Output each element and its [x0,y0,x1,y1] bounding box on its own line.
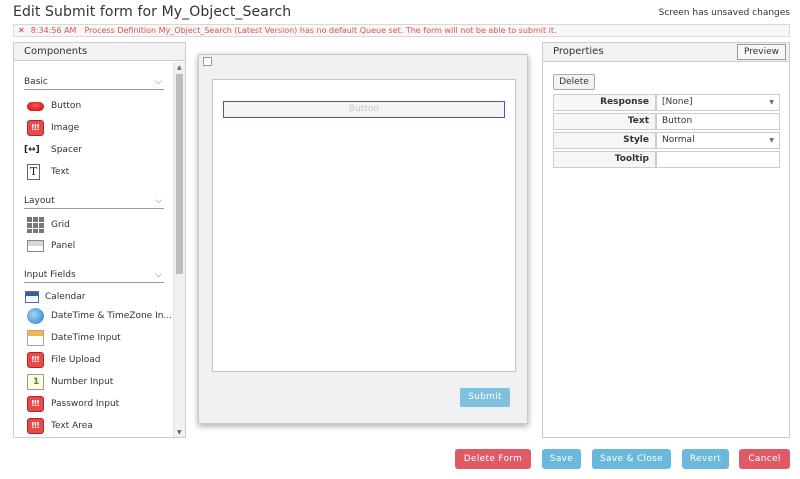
spacer-icon: [↔] [24,145,40,155]
component-calendar[interactable]: Calendar [24,287,172,307]
style-value: Normal [662,135,695,145]
section-basic[interactable]: Basic ⌵ [24,75,164,90]
component-button[interactable]: Button [24,96,172,116]
component-label: Calendar [45,292,86,302]
scroll-thumb[interactable] [176,74,183,274]
component-panel[interactable]: Panel [24,236,172,256]
panel-icon [27,240,44,252]
submit-button[interactable]: Submit [460,388,510,407]
component-label: Password Input [51,399,120,409]
button-icon [27,102,44,111]
property-label: Style [553,132,656,149]
section-layout[interactable]: Layout ⌵ [24,194,164,209]
form-canvas[interactable]: Button Submit [198,54,528,424]
calendar-icon [25,291,39,303]
component-label: Grid [51,220,70,230]
chevron-down-icon[interactable]: ⌵ [155,75,162,89]
error-message: Process Definition My_Object_Search (Lat… [84,26,557,35]
component-number-input[interactable]: Number Input [24,372,172,392]
preview-button[interactable]: Preview [737,44,786,60]
number-icon [27,374,44,390]
component-datetime-timezone[interactable]: DateTime & TimeZone In... [24,306,172,326]
caret-down-icon: ▼ [769,137,774,144]
password-icon [27,396,44,412]
delete-form-button[interactable]: Delete Form [455,449,531,469]
property-response: Response [None] ▼ [553,94,780,111]
unsaved-status: Screen has unsaved changes [658,8,790,18]
component-file-upload[interactable]: File Upload [24,350,172,370]
grid-icon [27,217,44,233]
chevron-down-icon[interactable]: ⌵ [155,268,162,282]
property-style: Style Normal ▼ [553,132,780,149]
caret-down-icon: ▼ [769,99,774,106]
properties-panel: Properties Preview Delete Response [None… [542,42,790,438]
page-title: Edit Submit form for My_Object_Search [13,4,292,20]
component-datetime-input[interactable]: DateTime Input [24,328,172,348]
canvas-content-area[interactable]: Button [212,79,516,372]
component-label: Text [51,167,70,177]
component-label: Image [51,123,80,133]
delete-button[interactable]: Delete [553,74,595,90]
components-title: Components [14,43,185,61]
datetime-icon [27,330,44,346]
form-editor: Edit Submit form for My_Object_Search Sc… [0,0,800,479]
property-tooltip: Tooltip [553,151,780,168]
canvas-button-element[interactable]: Button [223,101,505,118]
property-text: Text Button [553,113,780,130]
text-area-icon [27,418,44,434]
component-label: DateTime Input [51,333,121,343]
component-label: Spacer [51,145,83,155]
component-label: Number Input [51,377,114,387]
section-input-fields[interactable]: Input Fields ⌵ [24,268,164,283]
component-label: DateTime & TimeZone In... [51,311,172,321]
component-image[interactable]: Image [24,118,172,138]
component-password-input[interactable]: Password Input [24,394,172,414]
response-select[interactable]: [None] ▼ [656,94,780,111]
component-label: File Upload [51,355,101,365]
component-grid[interactable]: Grid [24,215,172,235]
error-time: 8:34:56 AM [30,26,77,35]
cancel-button[interactable]: Cancel [739,449,790,469]
save-button[interactable]: Save [542,449,581,469]
property-label: Tooltip [553,151,656,168]
component-text[interactable]: T Text [24,162,172,182]
component-label: Text Area [51,421,93,431]
property-label: Response [553,94,656,111]
section-layout-label: Layout [24,196,55,206]
revert-button[interactable]: Revert [682,449,729,469]
components-scrollbar[interactable]: ▲ ▼ [173,62,185,437]
tooltip-field[interactable] [656,151,780,168]
response-value: [None] [662,97,693,107]
file-upload-icon [27,352,44,368]
image-icon [27,120,44,136]
text-field[interactable]: Button [656,113,780,130]
section-input-label: Input Fields [24,270,76,280]
component-label: Panel [51,241,76,251]
chevron-down-icon[interactable]: ⌵ [155,194,162,208]
style-select[interactable]: Normal ▼ [656,132,780,149]
component-spacer[interactable]: [↔] Spacer [24,140,172,160]
close-icon[interactable]: ✕ [18,26,25,35]
component-label: Button [51,101,82,111]
text-icon: T [27,164,40,180]
section-basic-label: Basic [24,77,48,87]
component-text-area[interactable]: Text Area [24,416,172,436]
globe-icon [27,308,44,324]
property-label: Text [553,113,656,130]
save-close-button[interactable]: Save & Close [592,449,671,469]
canvas-select-checkbox[interactable] [203,57,212,66]
components-panel: Components Basic ⌵ Button Image [↔] Spac… [13,42,186,438]
scroll-up-icon[interactable]: ▲ [177,64,182,71]
error-bar: ✕ 8:34:56 AM Process Definition My_Object_… [13,24,790,37]
scroll-down-icon[interactable]: ▼ [177,429,182,436]
components-list: Basic ⌵ Button Image [↔] Spacer T Text L… [14,62,174,437]
